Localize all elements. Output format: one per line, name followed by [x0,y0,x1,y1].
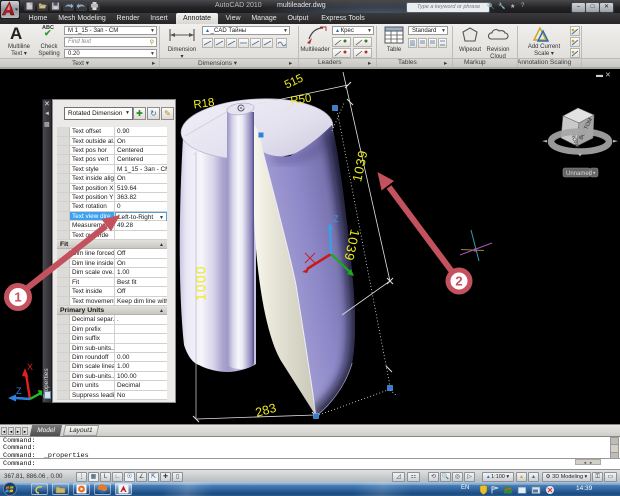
svg-text:1: 1 [14,290,21,305]
svg-text:2: 2 [455,274,462,289]
